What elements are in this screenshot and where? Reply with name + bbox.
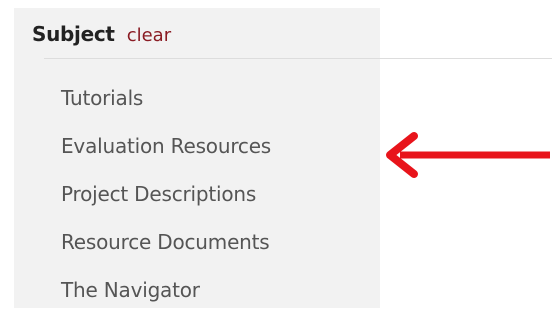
subject-item-tutorials[interactable]: Tutorials xyxy=(61,84,271,132)
subject-list: Tutorials Evaluation Resources Project D… xyxy=(61,84,271,322)
header-divider xyxy=(44,58,552,59)
subject-item-project-descriptions[interactable]: Project Descriptions xyxy=(61,180,271,228)
subject-item-the-navigator[interactable]: The Navigator xyxy=(61,276,271,322)
facet-title: Subject xyxy=(32,22,115,46)
subject-item-evaluation-resources[interactable]: Evaluation Resources xyxy=(61,132,271,180)
arrow-left-icon xyxy=(386,132,550,178)
facet-header: Subject clear xyxy=(32,22,171,52)
clear-link[interactable]: clear xyxy=(127,25,171,46)
subject-item-resource-documents[interactable]: Resource Documents xyxy=(61,228,271,276)
